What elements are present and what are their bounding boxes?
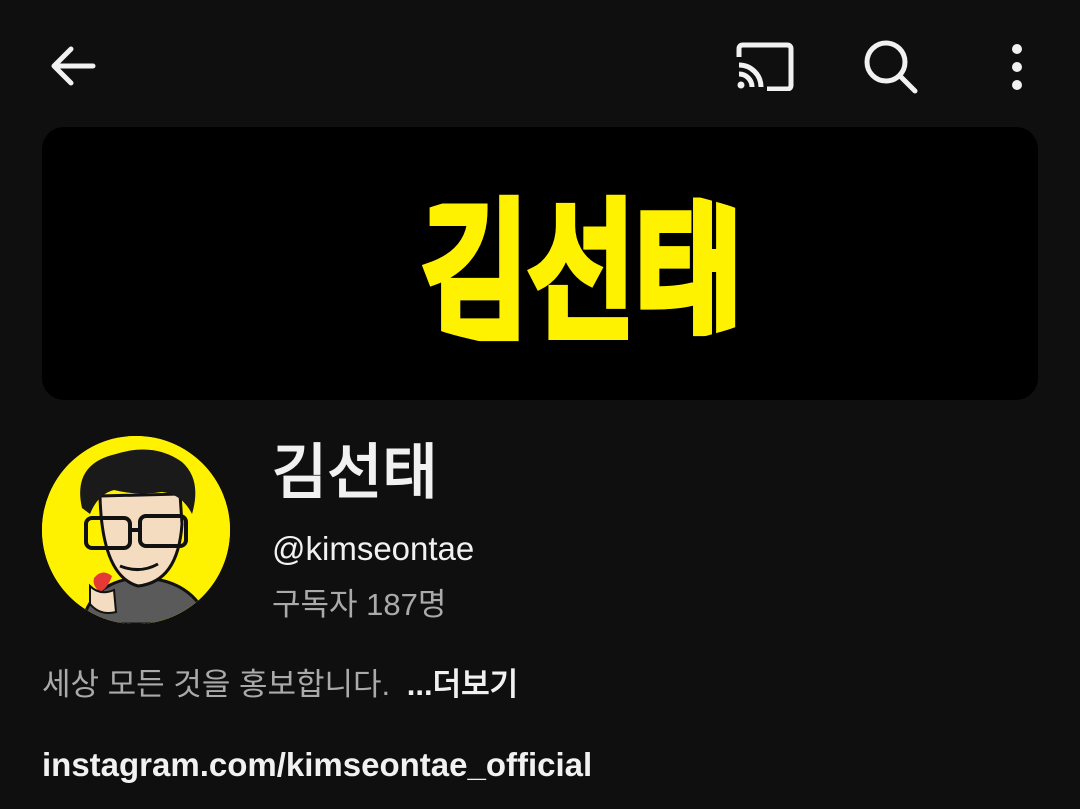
more-options-button[interactable]	[990, 34, 1044, 100]
search-icon	[864, 40, 918, 94]
channel-description: 세상 모든 것을 홍보합니다.	[42, 667, 391, 702]
top-app-bar	[0, 0, 1080, 130]
channel-handle: @kimseontae	[272, 530, 475, 567]
subscriber-count: 구독자 187명	[272, 587, 447, 622]
channel-description-row[interactable]: 세상 모든 것을 홍보합니다. ...더보기	[42, 663, 518, 707]
arrow-left-icon	[51, 46, 96, 86]
cast-icon	[736, 42, 794, 91]
back-button[interactable]	[40, 36, 106, 96]
cast-button[interactable]	[728, 34, 800, 96]
search-button[interactable]	[856, 34, 926, 100]
avatar-illustration	[42, 436, 230, 624]
channel-external-link[interactable]: instagram.com/kimseontae_official	[42, 743, 592, 787]
more-link[interactable]: ...더보기	[407, 667, 518, 702]
banner-logo: 김선태	[422, 183, 742, 361]
channel-banner: 김선태	[42, 127, 1038, 400]
channel-name: 김선태	[272, 439, 438, 506]
more-vertical-icon	[1012, 44, 1022, 90]
channel-avatar[interactable]	[42, 436, 230, 624]
banner-logo-text: 김선태	[422, 187, 742, 361]
